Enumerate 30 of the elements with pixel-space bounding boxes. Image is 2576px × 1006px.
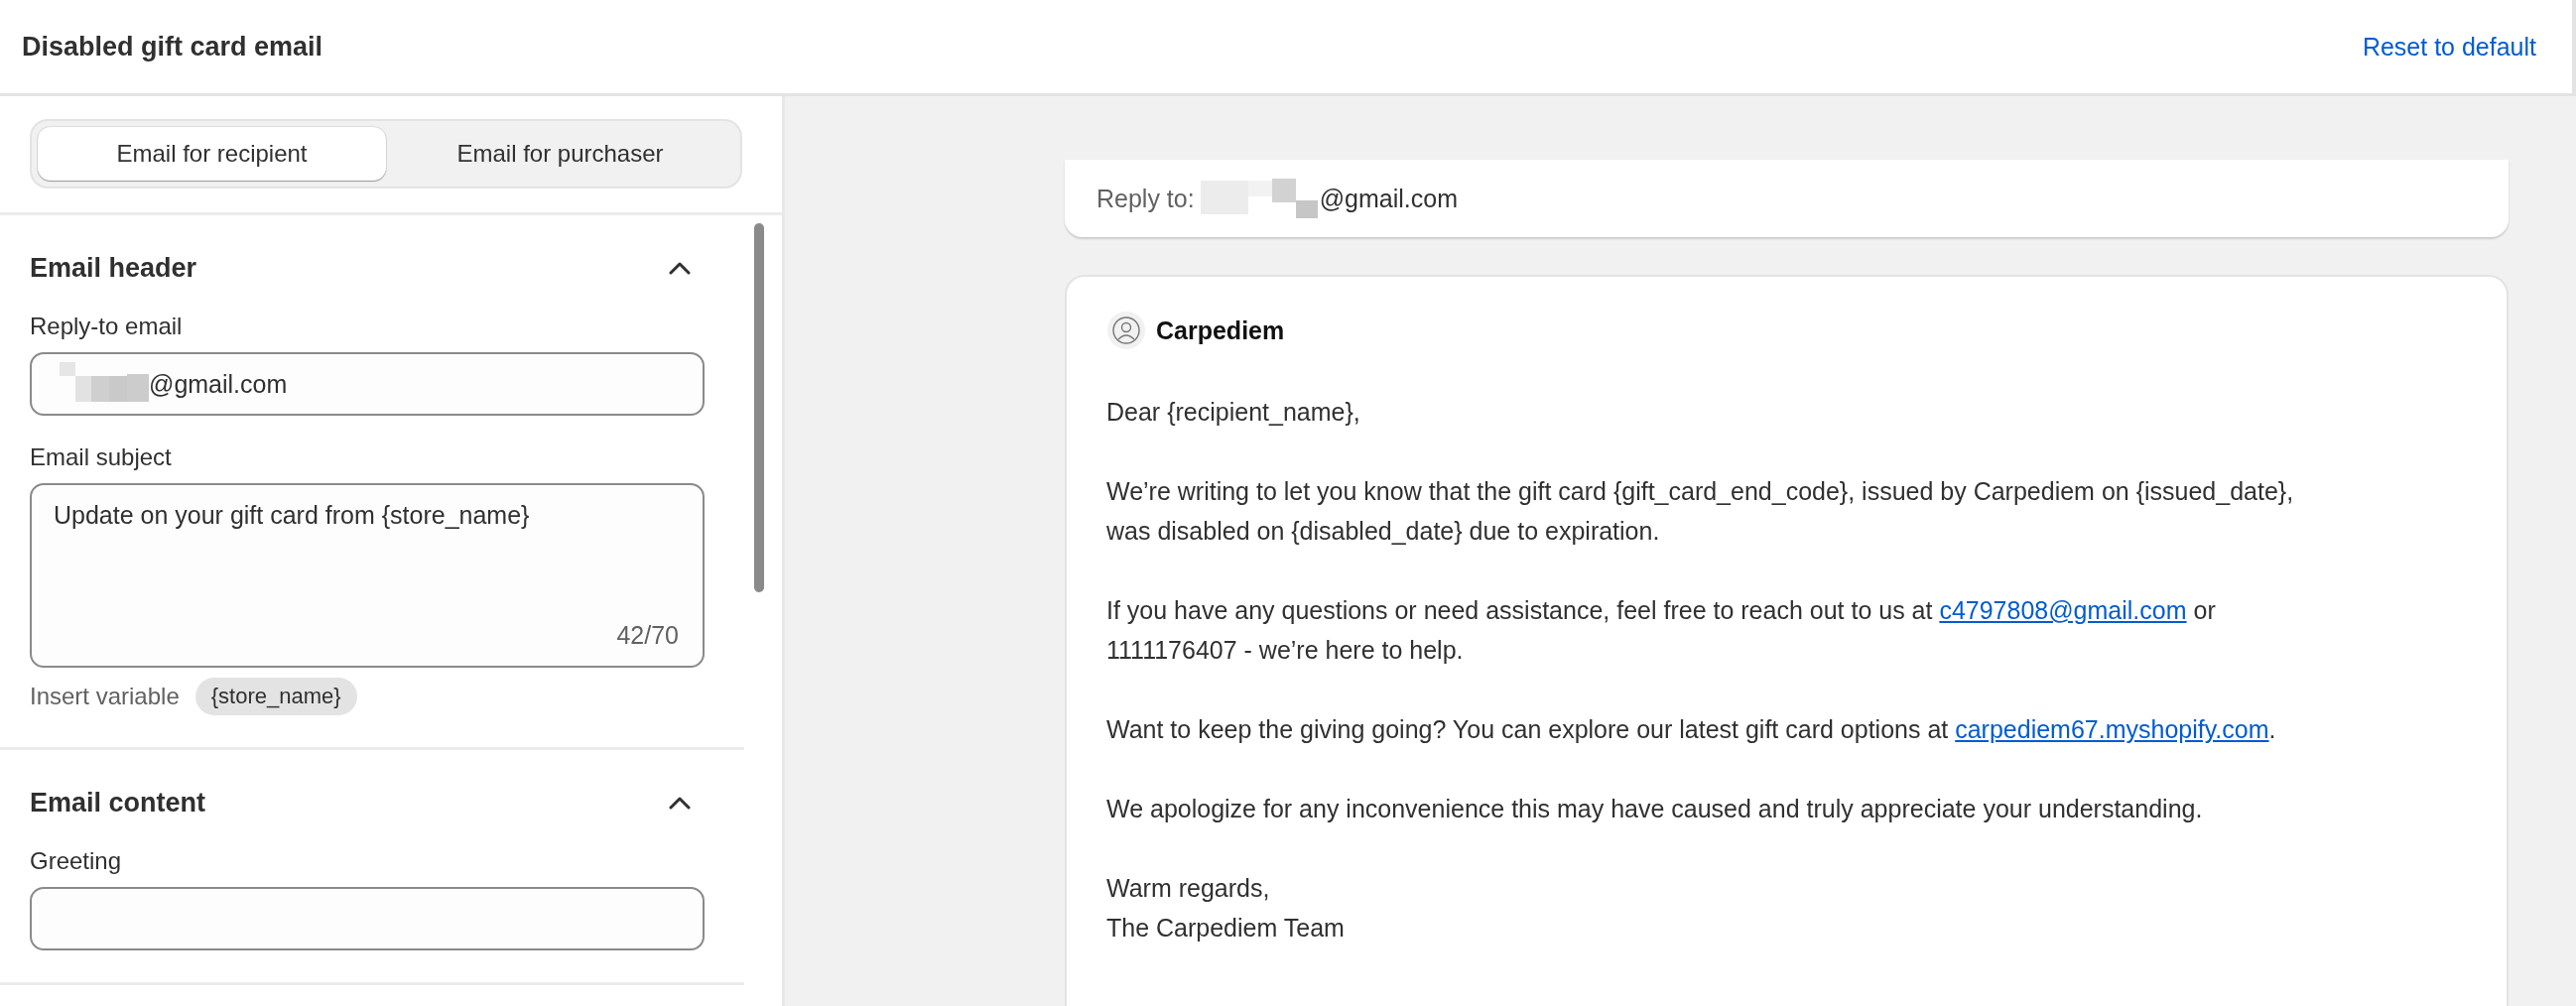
tab[interactable]: Email for purchaser bbox=[386, 127, 734, 181]
reset-link[interactable]: Reset to default bbox=[2362, 32, 2536, 62]
avatar-icon bbox=[1106, 311, 1146, 350]
insert-variable-label: Insert variable bbox=[30, 683, 180, 710]
subject-field[interactable]: Update on your gift card from {store_name} 42/70 bbox=[30, 483, 705, 668]
character-count: 42/70 bbox=[616, 621, 680, 650]
sender-name: Carpediem bbox=[1156, 315, 1285, 345]
email-paragraph: Want to keep the giving going? You can explore our latest gift card options at carpediem67.myshopify.com. bbox=[1106, 714, 2277, 745]
input-field[interactable] bbox=[30, 887, 705, 950]
page-title: Disabled gift card email bbox=[22, 31, 323, 63]
email-paragraph: We’re writing to let you know that the gift card {gift_card_end_code}, issued by Carpediem on {issued_date}, was disabled on {disabled_date} due to expiration. bbox=[1106, 476, 2295, 547]
input-field[interactable]: @gmail.com bbox=[30, 352, 705, 416]
email-paragraph: We apologize for any inconvenience this may have caused and truly appreciate your understanding. bbox=[1106, 794, 2204, 824]
chevron-icon[interactable] bbox=[669, 261, 691, 275]
email-link[interactable]: carpediem67.myshopify.com bbox=[1955, 715, 2269, 743]
section-title: Email content bbox=[30, 787, 206, 818]
chevron-icon[interactable] bbox=[669, 796, 691, 810]
email-paragraph: If you have any questions or need assistance, feel free to reach out to us at c4797808@gmail.com or 1111176407 - we’re here to help. bbox=[1106, 595, 2217, 666]
field-label: Email subject bbox=[30, 443, 173, 471]
scrollbar[interactable] bbox=[754, 223, 764, 592]
email-paragraph: Warm regards, The Carpediem Team bbox=[1106, 873, 1346, 943]
section-title: Email header bbox=[30, 252, 197, 284]
field-label: Greeting bbox=[30, 847, 123, 875]
reply-to-address: @gmail.com bbox=[1319, 184, 1458, 213]
tab[interactable]: Email for recipient bbox=[38, 127, 386, 181]
email-link[interactable]: c4797808@gmail.com bbox=[1939, 596, 2187, 624]
variable-chip[interactable]: {store_name} bbox=[194, 678, 357, 715]
field-label: Reply-to email bbox=[30, 313, 184, 340]
reply-to-label: Reply to: bbox=[1096, 184, 1195, 213]
email-paragraph: Dear {recipient_name}, bbox=[1106, 397, 1361, 428]
